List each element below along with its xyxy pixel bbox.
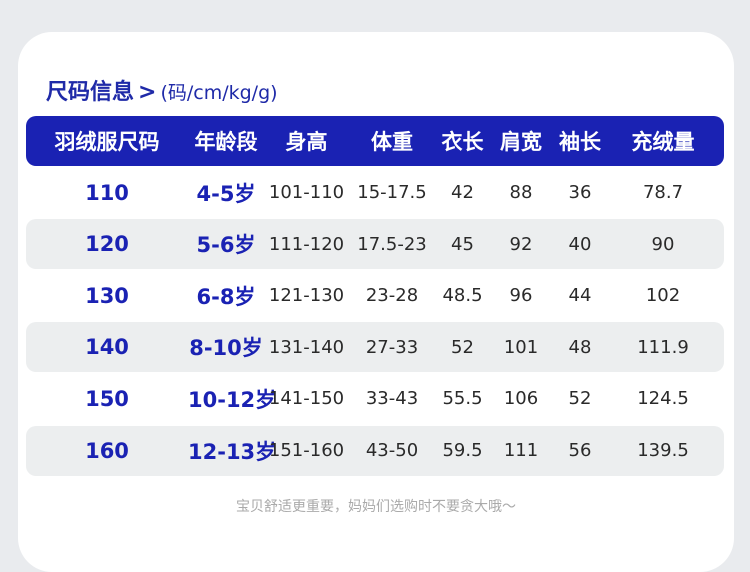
cell-shoulder: 96: [509, 285, 533, 307]
cell-weight: 27-33: [365, 336, 419, 358]
cell-height: 141-150: [268, 388, 345, 410]
column-header-sleeve: 袖长: [559, 130, 601, 154]
cell-age: 5-6岁: [196, 233, 256, 258]
size-table: 羽绒服尺码 年龄段 身高 体重 衣长 肩宽 袖长 充绒量 110 4-5岁 10…: [26, 116, 724, 476]
column-header-shoulder: 肩宽: [500, 130, 542, 154]
cell-fill: 124.5: [637, 388, 689, 410]
cell-shoulder: 92: [509, 233, 533, 255]
cell-sleeve: 36: [568, 182, 592, 204]
cell-sleeve: 48: [568, 336, 592, 358]
cell-age: 4-5岁: [196, 181, 256, 206]
table-row: 130 6-8岁 121-130 23-28 48.5 96 44 102: [26, 271, 724, 321]
cell-weight: 15-17.5: [357, 182, 427, 204]
cell-height: 121-130: [268, 285, 345, 307]
cell-size: 120: [85, 232, 129, 257]
cell-length: 59.5: [442, 440, 483, 462]
table-row: 110 4-5岁 101-110 15-17.5 42 88 36 78.7: [26, 168, 724, 218]
cell-size: 130: [85, 283, 129, 308]
table-row: 160 12-13岁 151-160 43-50 59.5 111 56 139…: [26, 425, 724, 476]
cell-length: 55.5: [442, 388, 483, 410]
cell-length: 48.5: [442, 285, 483, 307]
cell-age: 6-8岁: [196, 284, 256, 309]
cell-age: 8-10岁: [189, 336, 263, 361]
cell-age: 10-12岁: [188, 387, 277, 412]
cell-size: 110: [85, 180, 129, 205]
cell-age: 12-13岁: [188, 439, 277, 464]
cell-size: 140: [85, 335, 129, 360]
column-header-age: 年龄段: [194, 130, 258, 154]
table-header-row: 羽绒服尺码 年龄段 身高 体重 衣长 肩宽 袖长 充绒量: [26, 116, 724, 166]
cell-weight: 33-43: [365, 388, 419, 410]
cell-height: 151-160: [268, 440, 345, 462]
cell-fill: 139.5: [637, 440, 689, 462]
cell-fill: 102: [645, 285, 681, 307]
cell-shoulder: 101: [503, 336, 539, 358]
column-header-length: 衣长: [441, 130, 484, 154]
cell-fill: 111.9: [637, 336, 689, 358]
cell-length: 42: [451, 182, 474, 204]
cell-height: 111-120: [268, 233, 345, 255]
cell-fill: 78.7: [642, 182, 684, 204]
cell-weight: 43-50: [365, 440, 419, 462]
table-row: 150 10-12岁 141-150 33-43 55.5 106 52 124…: [26, 374, 724, 424]
heading-units: (码/cm/kg/g): [160, 82, 278, 104]
table-row: 140 8-10岁 131-140 27-33 52 101 48 111.9: [26, 322, 724, 373]
cell-weight: 23-28: [365, 285, 419, 307]
size-info-heading: 尺码信息 > (码/cm/kg/g): [46, 74, 278, 105]
cell-size: 150: [85, 386, 129, 411]
cell-sleeve: 56: [568, 440, 592, 462]
chevron-right-icon: >: [138, 80, 157, 105]
cell-shoulder: 106: [503, 388, 539, 410]
cell-height: 101-110: [268, 182, 345, 204]
column-header-weight: 体重: [371, 130, 413, 154]
cell-height: 131-140: [268, 336, 345, 358]
cell-length: 45: [451, 233, 474, 255]
column-header-size: 羽绒服尺码: [54, 130, 160, 154]
cell-sleeve: 44: [568, 285, 592, 307]
footer-note: 宝贝舒适更重要，妈妈们选购时不要贪大哦～: [236, 499, 516, 515]
cell-shoulder: 111: [503, 440, 539, 462]
cell-size: 160: [85, 438, 129, 463]
table-row: 120 5-6岁 111-120 17.5-23 45 92 40 90: [26, 219, 724, 270]
column-header-fill: 充绒量: [631, 130, 695, 154]
cell-sleeve: 52: [568, 388, 592, 410]
heading-title: 尺码信息: [46, 80, 135, 105]
column-header-height: 身高: [285, 130, 328, 154]
cell-sleeve: 40: [568, 233, 592, 255]
cell-fill: 90: [651, 233, 675, 255]
cell-shoulder: 88: [509, 182, 533, 204]
cell-weight: 17.5-23: [357, 233, 427, 255]
cell-length: 52: [451, 336, 474, 358]
